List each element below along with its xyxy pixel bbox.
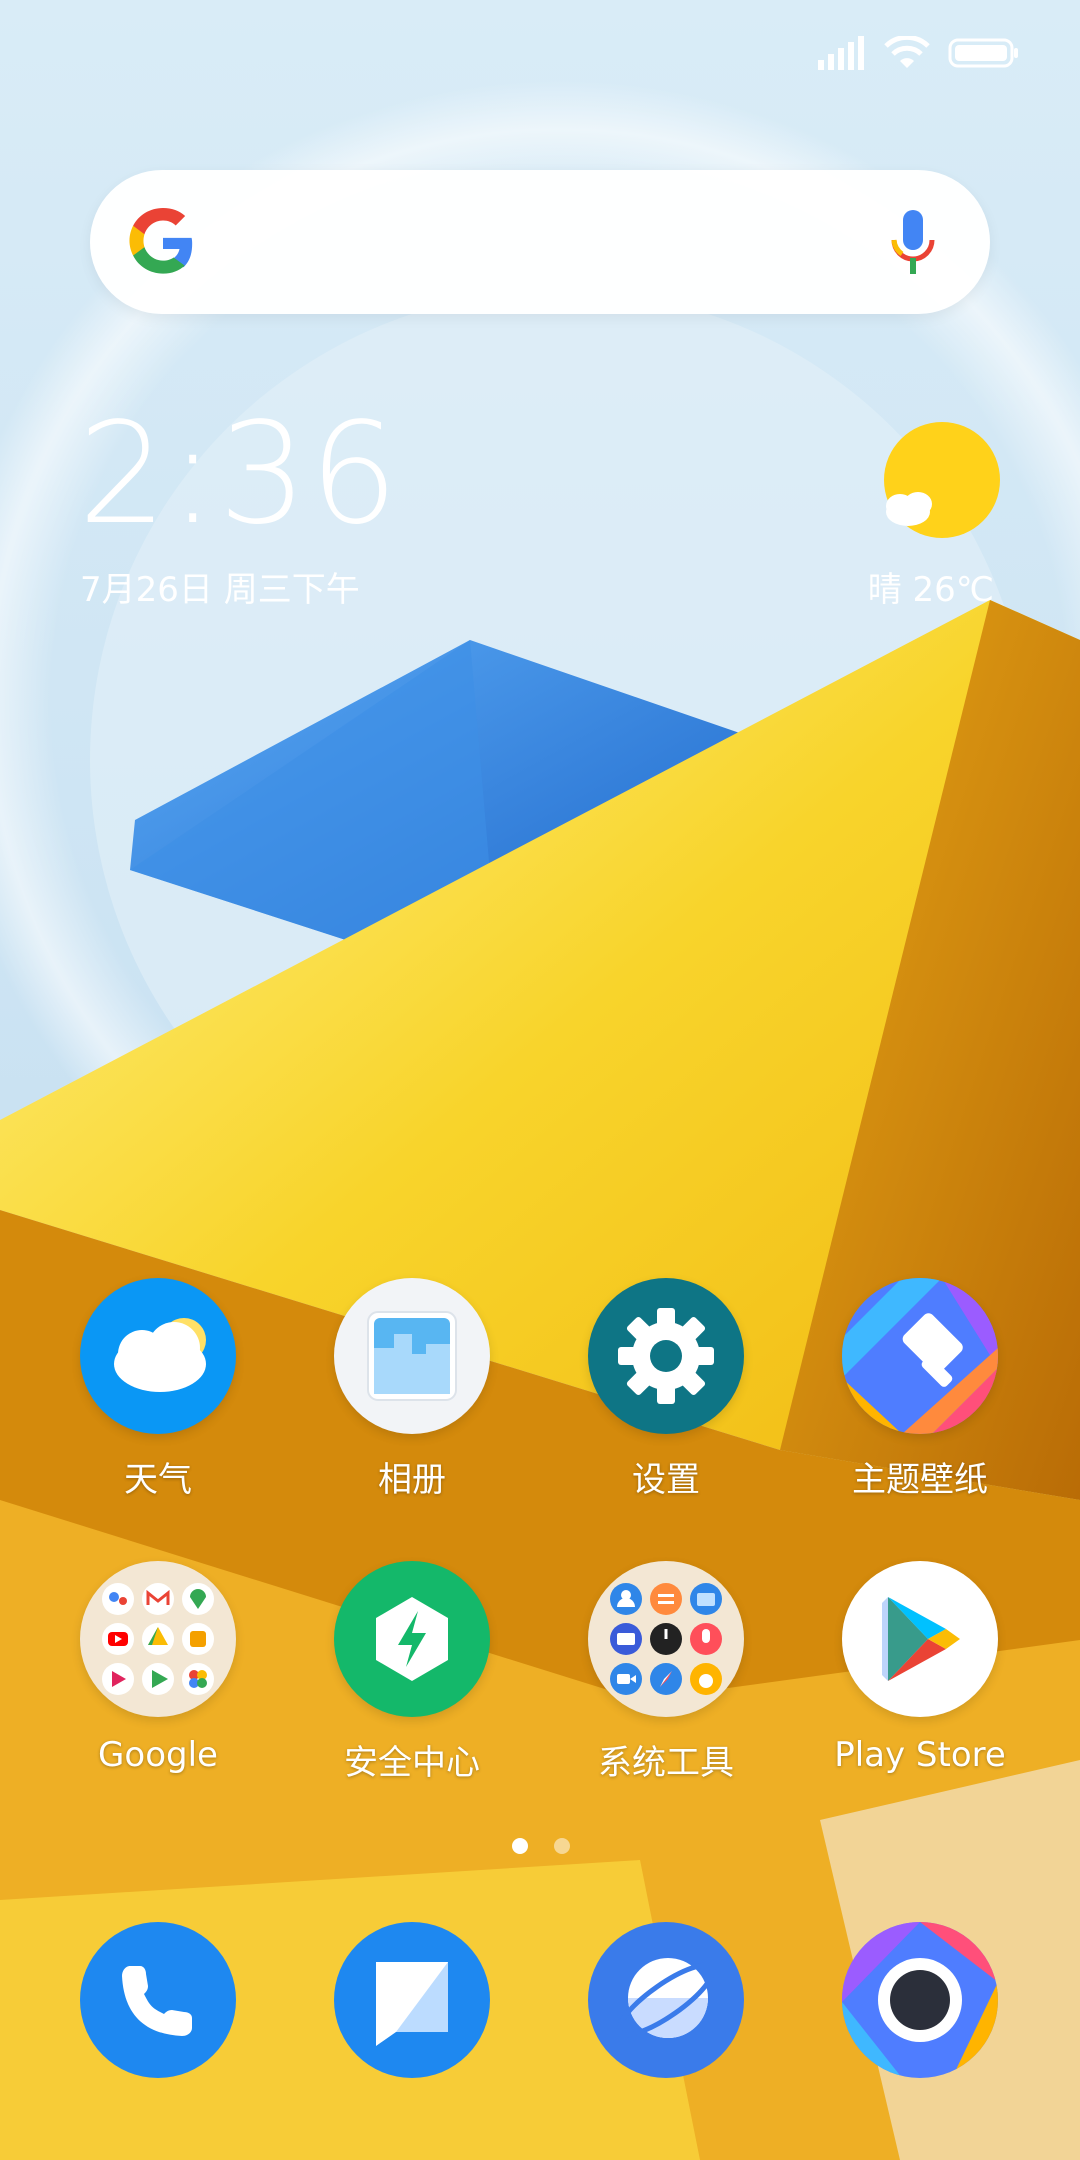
page-dot-active[interactable] <box>512 1838 528 1854</box>
app-label: 系统工具 <box>598 1743 734 1783</box>
app-security[interactable]: 安全中心 <box>312 1561 512 1784</box>
app-label: 主题壁纸 <box>852 1460 988 1500</box>
app-label: Google <box>98 1735 218 1775</box>
weather-summary: 晴 26℃ <box>867 570 994 610</box>
search-bar[interactable] <box>90 170 990 314</box>
app-gallery[interactable]: 相册 <box>312 1278 512 1501</box>
battery-icon <box>948 38 1018 68</box>
sun-cloud-icon[interactable] <box>880 420 1000 540</box>
app-label: 天气 <box>124 1460 192 1500</box>
gallery-app-icon <box>334 1278 490 1434</box>
app-label: 设置 <box>632 1460 700 1500</box>
weather-app-icon <box>80 1278 236 1434</box>
themes-app-icon <box>842 1278 998 1434</box>
clock-time[interactable]: 2:36 <box>78 405 400 545</box>
app-settings[interactable]: 设置 <box>566 1278 766 1501</box>
mic-icon[interactable] <box>888 208 938 278</box>
tools-folder-icon <box>588 1561 744 1717</box>
phone-icon[interactable] <box>80 1922 236 2078</box>
page-dot[interactable] <box>554 1838 570 1854</box>
settings-app-icon <box>588 1278 744 1434</box>
play-store-icon <box>842 1561 998 1717</box>
camera-icon[interactable] <box>842 1922 998 2078</box>
wallpaper <box>0 0 1080 2160</box>
wifi-icon <box>884 36 930 68</box>
clock-date: 7月26日 周三下午 <box>80 570 360 610</box>
folder-system-tools[interactable]: 系统工具 <box>566 1561 766 1784</box>
browser-icon[interactable] <box>588 1922 744 2078</box>
app-label: 安全中心 <box>344 1743 480 1783</box>
app-weather[interactable]: 天气 <box>58 1278 258 1501</box>
folder-google[interactable]: Google <box>58 1561 258 1775</box>
google-folder-icon <box>80 1561 236 1717</box>
app-play-store[interactable]: Play Store <box>820 1561 1020 1775</box>
app-label: 相册 <box>378 1460 446 1500</box>
signal-icon <box>818 36 864 70</box>
security-app-icon <box>334 1561 490 1717</box>
messages-icon[interactable] <box>334 1922 490 2078</box>
app-themes[interactable]: 主题壁纸 <box>820 1278 1020 1501</box>
app-label: Play Store <box>834 1735 1006 1775</box>
page-indicator <box>512 1838 570 1854</box>
status-bar <box>818 36 1020 70</box>
google-g-icon <box>129 208 193 274</box>
